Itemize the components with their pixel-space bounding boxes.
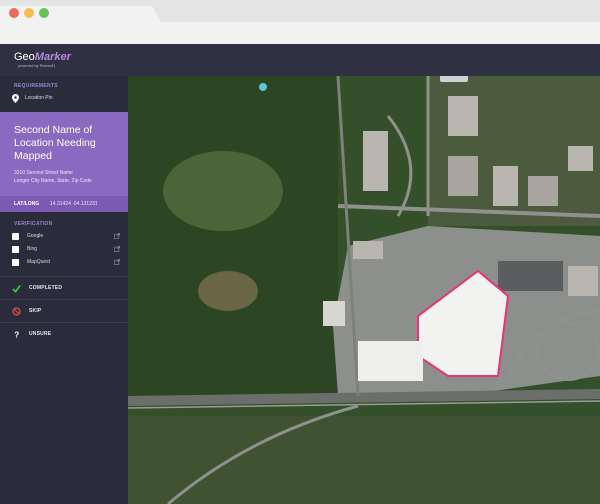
requirements-label: REQUIREMENTS xyxy=(14,83,58,89)
browser-titlebar xyxy=(0,0,600,44)
latlong-value: 14.31424 -94.131231 xyxy=(50,201,98,207)
sidebar: REQUIREMENTS Location Pin Second Name of… xyxy=(0,76,128,504)
location-address-line2: Longer City Name, State, Zip Code xyxy=(14,178,92,184)
browser-window: GeoMarker powered by Rivers81 REQUIREMEN… xyxy=(0,0,600,504)
location-title: Second Name of Location Needing Mapped xyxy=(14,124,96,162)
map-tab-handle[interactable] xyxy=(440,76,468,82)
satellite-map[interactable] xyxy=(128,76,600,504)
google-checkbox[interactable] xyxy=(12,232,19,240)
verification-label: VERIFICATION xyxy=(14,221,53,227)
logo-geo-text: Geo xyxy=(14,51,35,63)
svg-text:?: ? xyxy=(14,330,19,338)
logo-subtitle: powered by Rivers81 xyxy=(18,63,56,68)
requirement-label: Location Pin xyxy=(25,95,53,101)
app-logo: GeoMarker xyxy=(14,52,71,63)
map-pin-icon xyxy=(12,93,19,103)
pool xyxy=(259,83,267,91)
verification-google[interactable]: Google xyxy=(12,231,120,241)
mapquest-checkbox[interactable] xyxy=(12,258,19,266)
building xyxy=(528,176,558,206)
external-link-icon[interactable] xyxy=(114,246,120,252)
building xyxy=(448,96,478,136)
browser-toolbar xyxy=(0,22,600,44)
external-link-icon[interactable] xyxy=(114,233,120,239)
building xyxy=(363,131,388,191)
google-label: Google xyxy=(27,233,44,239)
completed-label: COMPLETED xyxy=(29,285,63,291)
location-address-line1: 3210 Second Street Name xyxy=(14,170,73,176)
highway xyxy=(128,389,600,406)
completed-button[interactable]: COMPLETED xyxy=(0,277,128,299)
logo-marker-text: Marker xyxy=(34,51,71,63)
bing-label: Bing xyxy=(27,246,38,252)
clearing xyxy=(198,271,258,311)
no-entry-icon xyxy=(12,306,21,316)
building xyxy=(493,166,518,206)
requirement-item: Location Pin xyxy=(12,93,53,103)
verification-mapquest[interactable]: MapQuest xyxy=(12,257,120,267)
building xyxy=(568,146,593,171)
open-field xyxy=(163,151,283,231)
bing-checkbox[interactable] xyxy=(12,245,19,253)
question-icon: ? xyxy=(12,330,21,338)
unsure-label: UNSURE xyxy=(29,331,52,337)
building xyxy=(353,241,383,259)
verification-bing[interactable]: Bing xyxy=(12,244,120,254)
latlong-label: LAT/LONG xyxy=(14,201,40,207)
satellite-imagery[interactable] xyxy=(128,76,600,504)
skip-button[interactable]: SKIP xyxy=(0,300,128,322)
check-icon xyxy=(12,284,21,293)
location-card: Second Name of Location Needing Mapped 3… xyxy=(0,112,128,212)
store-building xyxy=(358,341,423,381)
building xyxy=(323,301,345,326)
mapquest-label: MapQuest xyxy=(27,259,51,265)
geomarker-app: GeoMarker powered by Rivers81 REQUIREMEN… xyxy=(0,44,600,504)
external-link-icon[interactable] xyxy=(114,259,120,265)
maximize-window-button[interactable] xyxy=(39,8,49,18)
building xyxy=(498,261,563,291)
skip-label: SKIP xyxy=(29,308,42,314)
minimize-window-button[interactable] xyxy=(24,8,34,18)
building xyxy=(448,156,478,196)
building xyxy=(568,266,598,296)
close-window-button[interactable] xyxy=(9,8,19,18)
latlong-row: LAT/LONG 14.31424 -94.131231 xyxy=(0,196,128,212)
unsure-button[interactable]: ? UNSURE xyxy=(0,323,128,345)
app-header: GeoMarker powered by Rivers81 xyxy=(0,44,600,76)
